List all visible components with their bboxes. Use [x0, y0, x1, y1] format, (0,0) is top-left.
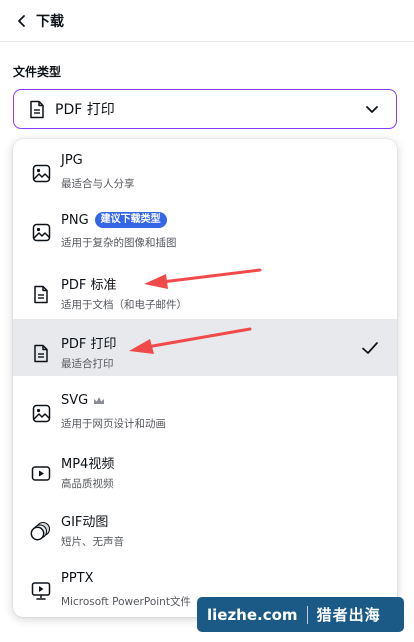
- download-panel-header: 下载: [0, 0, 414, 42]
- watermark: liezhe.com 猎者出海: [197, 597, 404, 632]
- menu-item-title: MP4视频: [61, 457, 115, 472]
- menu-item-svg[interactable]: SVG 适用于网页设计和动画: [13, 379, 397, 436]
- image-icon: [30, 162, 52, 184]
- checkmark-icon: [362, 342, 378, 354]
- crown-icon: [94, 396, 105, 404]
- menu-item-subtitle: 适用于复杂的图像和插图: [61, 237, 177, 249]
- file-type-menu: JPG 最适合与人分享 PNG 建议下载类型 适用于复杂的图像和插图 PDF 标…: [13, 139, 397, 617]
- menu-item-title: PDF 打印: [61, 337, 117, 352]
- gif-icon: [30, 520, 52, 542]
- menu-item-subtitle: 最适合与人分享: [61, 178, 135, 190]
- menu-item-title: GIF动图: [61, 515, 109, 530]
- video-icon: [30, 462, 52, 484]
- menu-item-subtitle: 最适合打印: [61, 358, 114, 370]
- menu-item-jpg[interactable]: JPG 最适合与人分享: [13, 139, 397, 196]
- menu-item-subtitle: 适用于网页设计和动画: [61, 418, 166, 430]
- menu-item-subtitle: 高品质视频: [61, 478, 114, 490]
- menu-item-title: JPG: [61, 153, 83, 168]
- menu-item-pdf-standard[interactable]: PDF 标准 适用于文档（和电子邮件）: [13, 260, 397, 317]
- chevron-down-icon: [366, 106, 378, 113]
- watermark-site: liezhe.com: [207, 605, 298, 624]
- chevron-left-icon: [18, 14, 25, 27]
- document-icon: [30, 283, 52, 305]
- recommended-badge: 建议下载类型: [94, 212, 167, 228]
- menu-item-png[interactable]: PNG 建议下载类型 适用于复杂的图像和插图: [13, 198, 397, 255]
- back-button[interactable]: [10, 9, 34, 33]
- file-type-label: 文件类型: [13, 65, 62, 79]
- menu-item-mp4[interactable]: MP4视频 高品质视频: [13, 439, 397, 496]
- image-icon: [30, 221, 52, 243]
- watermark-divider: [306, 605, 308, 624]
- menu-item-title: PDF 标准: [61, 278, 117, 293]
- page-title: 下载: [36, 13, 64, 30]
- menu-item-subtitle: 短片、无声音: [61, 536, 124, 548]
- watermark-brand: 猎者出海: [316, 606, 381, 624]
- menu-item-gif[interactable]: GIF动图 短片、无声音: [13, 497, 397, 554]
- menu-item-title: SVG: [61, 393, 105, 408]
- menu-item-subtitle: 适用于文档（和电子邮件）: [61, 299, 187, 311]
- presentation-icon: [30, 580, 52, 602]
- menu-item-title: PNG 建议下载类型: [61, 212, 167, 228]
- document-icon: [30, 342, 52, 364]
- file-type-select[interactable]: PDF 打印: [13, 89, 397, 129]
- select-value: PDF 打印: [55, 102, 115, 118]
- menu-item-title: PPTX: [61, 571, 94, 586]
- menu-item-pdf-print[interactable]: PDF 打印 最适合打印: [13, 319, 397, 376]
- menu-item-subtitle: Microsoft PowerPoint文件: [61, 596, 191, 608]
- document-icon: [30, 100, 44, 118]
- image-icon: [30, 402, 52, 424]
